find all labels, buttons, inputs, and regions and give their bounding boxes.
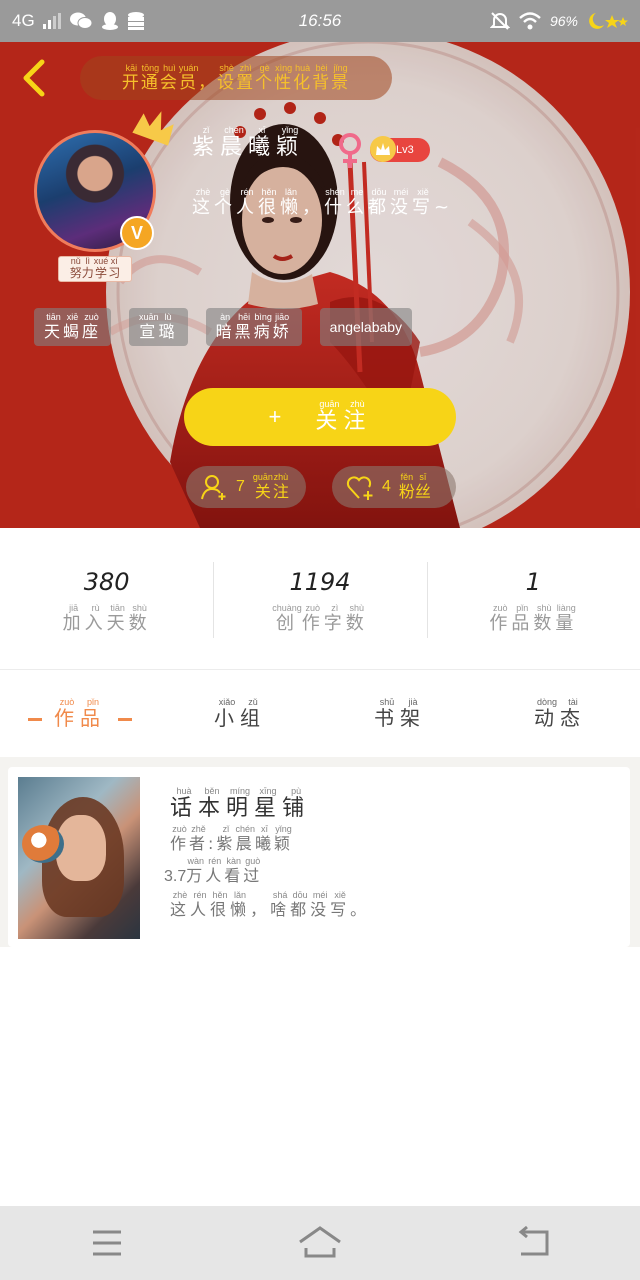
stat-value: 380 bbox=[83, 568, 130, 596]
fans-button[interactable]: 4 粉fěn丝sī bbox=[332, 466, 456, 508]
work-views: 3.7万wàn人rén看kàn过guò bbox=[164, 856, 263, 885]
tab-bookshelf[interactable]: 书shū架jià bbox=[320, 697, 480, 731]
wechat-icon bbox=[69, 12, 93, 29]
stat-label: 作zuò品pǐn数shù量liàng bbox=[489, 603, 578, 634]
fans-count: 4 bbox=[382, 478, 391, 495]
battery-level: 96% bbox=[549, 13, 578, 29]
level-text: Lv3 bbox=[396, 144, 414, 156]
network-type: 4G bbox=[12, 11, 35, 30]
following-button[interactable]: 7 关guān注zhù bbox=[186, 466, 306, 508]
tab-indicator-left bbox=[28, 717, 42, 721]
stat-works-count: 1 作zuò品pǐn数shù量liàng bbox=[426, 562, 640, 638]
stat-days-joined: 380 加jiā入rù天tiān数shù bbox=[0, 562, 213, 635]
profile-header: 开kāi通tōng会huì员yuán，设shè置zhì个gè性xìng化huà背… bbox=[0, 42, 640, 528]
tag-item[interactable]: 天tiān蝎xiē座zuò bbox=[34, 308, 112, 346]
home-icon[interactable] bbox=[290, 1218, 350, 1268]
tag-item[interactable]: angelababy bbox=[319, 308, 413, 346]
signal-icon bbox=[42, 13, 61, 29]
stat-word-count: 1194 创chuàng作zuò字zì数shù bbox=[213, 562, 426, 638]
avatar-container[interactable]: V bbox=[34, 111, 174, 252]
clock: 16:56 bbox=[298, 11, 342, 30]
following-label: 关guān注zhù bbox=[252, 471, 289, 501]
banner-text: 开kāi通tōng会huì员yuán，设shè置zhì个gè性xìng化huà背… bbox=[121, 62, 351, 93]
fans-label: 粉fěn丝sī bbox=[398, 471, 431, 501]
bio: 这zhè个gè人rén很hěn懒lǎn，什shén么me都dōu没méi写xiě… bbox=[192, 187, 454, 218]
tag-item[interactable]: 暗àn黑hēi病bìng娇jiāo bbox=[205, 308, 302, 346]
work-title[interactable]: 话huà本běn明míng星xīng铺pù bbox=[170, 786, 310, 822]
follow-label: 关guān注zhù bbox=[315, 398, 372, 434]
level-badge: Lv3 bbox=[370, 136, 430, 162]
status-bar: 4G 16:56 96% bbox=[0, 0, 640, 42]
mute-bell-icon bbox=[489, 12, 510, 30]
stat-label: 加jiā入rù天tiān数shù bbox=[62, 603, 151, 634]
work-author: 作zuò者zhě:紫zǐ晨chén曦xī颖yǐng bbox=[170, 824, 293, 853]
plus-icon: + bbox=[268, 404, 288, 429]
work-cover-image[interactable] bbox=[18, 777, 140, 939]
system-nav-bar bbox=[0, 1206, 640, 1280]
back-icon[interactable] bbox=[503, 1218, 563, 1268]
verified-badge: V bbox=[120, 216, 154, 250]
title-tag: 努nǔ力lì学xué习xí bbox=[58, 256, 132, 282]
moon-stars-icon bbox=[589, 13, 628, 29]
back-button[interactable] bbox=[14, 56, 54, 100]
vip-background-banner[interactable]: 开kāi通tōng会huì员yuán，设shè置zhì个gè性xìng化huà背… bbox=[80, 56, 392, 100]
stat-value: 1194 bbox=[289, 568, 351, 596]
username: 紫zǐ晨chén曦xī颖yǐng bbox=[192, 125, 305, 160]
qq-icon bbox=[101, 12, 118, 30]
person-plus-icon bbox=[201, 475, 226, 500]
work-card[interactable]: 话huà本běn明míng星xīng铺pù 作zuò者zhě:紫zǐ晨chén曦… bbox=[8, 767, 630, 947]
tag-item[interactable]: 宣xuān璐lù bbox=[129, 308, 188, 346]
crown-icon bbox=[132, 111, 174, 146]
works-list: 话huà本běn明míng星xīng铺pù 作zuò者zhě:紫zǐ晨chén曦… bbox=[0, 757, 640, 947]
menu-icon[interactable] bbox=[77, 1218, 137, 1268]
female-icon bbox=[339, 133, 361, 168]
stats-row: 380 加jiā入rù天tiān数shù 1194 创chuàng作zuò字zì… bbox=[0, 528, 640, 670]
tab-indicator-right bbox=[118, 717, 132, 721]
stat-label: 创chuàng作zuò字zì数shù bbox=[272, 603, 368, 634]
tab-bar: 作zuò品pǐn 小xiǎo组zǔ 书shū架jià 动dòng态tài bbox=[0, 671, 640, 757]
following-count: 7 bbox=[236, 478, 245, 495]
heart-plus-icon bbox=[346, 476, 373, 500]
tab-works[interactable]: 作zuò品pǐn bbox=[0, 697, 160, 731]
stat-value: 1 bbox=[525, 568, 541, 596]
tab-activity[interactable]: 动dòng态tài bbox=[480, 697, 640, 731]
wifi-icon bbox=[519, 12, 541, 30]
work-description: 这zhè人rén很hěn懒lǎn，啥shá都dōu没méi写xiě。 bbox=[170, 890, 371, 919]
tag-list: 天tiān蝎xiē座zuò 宣xuān璐lù 暗àn黑hēi病bìng娇jiāo… bbox=[34, 308, 413, 346]
level-crown-icon bbox=[370, 136, 396, 162]
follow-button[interactable]: + 关guān注zhù bbox=[184, 388, 456, 446]
views-number: 3.7 bbox=[164, 868, 187, 885]
tab-groups[interactable]: 小xiǎo组zǔ bbox=[160, 697, 320, 731]
database-icon bbox=[127, 12, 144, 30]
